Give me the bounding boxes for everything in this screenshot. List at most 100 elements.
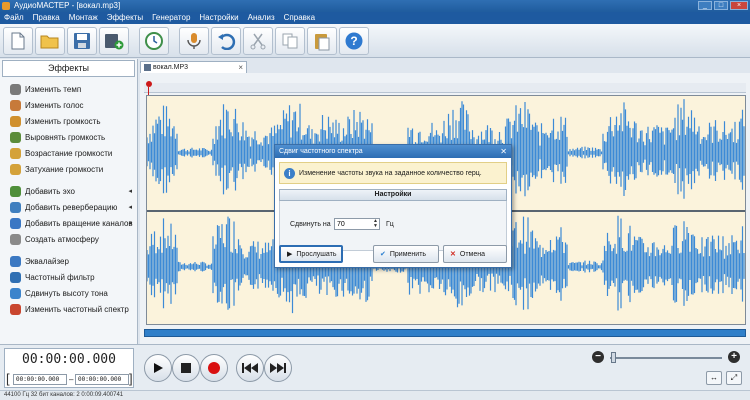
add-audio-icon — [105, 33, 124, 49]
zoom-control: − + — [592, 351, 742, 367]
effect-icon — [10, 115, 21, 127]
effect-label: Частотный фильтр — [25, 272, 95, 282]
window-title: АудиоМАСТЕР - [вокал.mp3] — [14, 1, 121, 10]
effect-label: Добавить эхо — [25, 186, 75, 196]
menu-help[interactable]: Справка — [284, 12, 315, 24]
effect-label: Сдвинуть высоту тона — [25, 288, 108, 298]
zoom-in-button[interactable]: + — [728, 351, 740, 363]
fit-all-icon[interactable]: ⤢ — [726, 371, 742, 385]
history-button[interactable] — [139, 26, 169, 55]
timeline-ruler[interactable] — [144, 81, 746, 101]
fit-buttons: ↔ ⤢ — [706, 371, 742, 385]
close-window-button[interactable]: × — [730, 1, 748, 10]
cut-button[interactable] — [243, 26, 273, 55]
effects-header: Эффекты — [2, 60, 135, 77]
file-icon — [144, 64, 151, 71]
apply-button[interactable]: ✔ Применить — [373, 245, 439, 263]
menu-montage[interactable]: Монтаж — [69, 12, 98, 24]
time-display: 00:00:00.000 [ – ] — [4, 348, 134, 388]
effect-label: Создать атмосферу — [25, 234, 99, 244]
effect-item[interactable]: Изменить частотный спектр — [10, 302, 136, 316]
stop-button[interactable] — [172, 354, 200, 382]
play-icon — [154, 363, 163, 373]
add-audio-button[interactable] — [99, 26, 129, 55]
new-file-icon — [11, 32, 25, 49]
record-button[interactable] — [200, 354, 228, 382]
window-controls: _ □ × — [698, 1, 748, 11]
effect-item[interactable]: Изменить голос — [10, 98, 136, 112]
horizontal-scrollbar[interactable] — [144, 329, 746, 337]
effect-label: Изменить частотный спектр — [25, 304, 129, 314]
menu-settings[interactable]: Настройки — [199, 12, 238, 24]
record-voice-button[interactable] — [179, 26, 209, 55]
minimize-button[interactable]: _ — [698, 1, 712, 10]
skip-back-button[interactable] — [236, 354, 264, 382]
open-folder-icon — [40, 35, 59, 48]
effect-item[interactable]: Затухание громкости — [10, 162, 136, 176]
cancel-label: Отмена — [459, 250, 485, 258]
submenu-arrow-icon: ◂ — [128, 204, 132, 211]
menu-generator[interactable]: Генератор — [152, 12, 190, 24]
effect-item[interactable]: Частотный фильтр — [10, 270, 136, 284]
effect-icon — [10, 185, 21, 197]
info-icon: i — [284, 167, 295, 179]
effect-icon — [10, 201, 21, 213]
effect-label: Выровнять громкость — [25, 132, 106, 142]
status-bar: 44100 Гц 32 бит каналов: 2 0:00:09.40074… — [0, 390, 750, 400]
frequency-shift-dialog: Сдвиг частотного спектра ✕ i Изменение ч… — [274, 144, 512, 268]
cancel-button[interactable]: ✕ Отмена — [443, 245, 507, 263]
effect-icon — [10, 83, 21, 95]
app-icon — [2, 2, 10, 10]
play-button[interactable] — [144, 354, 172, 382]
menu-file[interactable]: Файл — [4, 12, 24, 24]
save-icon — [74, 32, 90, 49]
open-button[interactable] — [35, 26, 65, 55]
menu-edit[interactable]: Правка — [33, 12, 60, 24]
effect-item[interactable]: Добавить вращение каналов ◂ — [10, 216, 136, 230]
copy-button[interactable] — [275, 26, 305, 55]
menu-bar: Файл Правка Монтаж Эффекты Генератор Нас… — [0, 12, 750, 24]
zoom-out-button[interactable]: − — [592, 351, 604, 363]
effect-icon — [10, 217, 21, 229]
undo-button[interactable] — [211, 26, 241, 55]
dialog-buttons: ▶ Прослушать ✔ Применить ✕ Отмена — [279, 245, 507, 263]
paste-button[interactable] — [307, 26, 337, 55]
effect-item[interactable]: Добавить реверберацию ◂ — [10, 200, 136, 214]
effect-item[interactable]: Создать атмосферу — [10, 232, 136, 246]
effect-label: Затухание громкости — [25, 164, 104, 174]
save-button[interactable] — [67, 26, 97, 55]
effect-item[interactable]: Добавить эхо ◂ — [10, 184, 136, 198]
dialog-title: Сдвиг частотного спектра — [279, 148, 363, 155]
paste-icon — [315, 33, 330, 50]
listen-button[interactable]: ▶ Прослушать — [279, 245, 343, 263]
effect-item[interactable]: Сдвинуть высоту тона — [10, 286, 136, 300]
zoom-slider-thumb[interactable] — [611, 352, 617, 363]
tab-close-button[interactable]: × — [238, 62, 243, 73]
effect-item[interactable]: Изменить темп — [10, 82, 136, 96]
effect-item[interactable]: Выровнять громкость — [10, 130, 136, 144]
menu-effects[interactable]: Эффекты — [107, 12, 143, 24]
effect-item[interactable]: Эквалайзер — [10, 254, 136, 268]
new-file-button[interactable] — [3, 26, 33, 55]
stop-icon — [181, 363, 191, 373]
playhead-marker[interactable] — [146, 81, 152, 87]
zoom-slider-track[interactable] — [610, 357, 722, 359]
effect-item[interactable]: Возрастание громкости — [10, 146, 136, 160]
skip-back-icon — [242, 363, 258, 373]
skip-forward-button[interactable] — [264, 354, 292, 382]
dialog-close-button[interactable]: ✕ — [500, 145, 507, 158]
dialog-info-box: i Изменение частоты звука на заданное ко… — [279, 162, 507, 184]
maximize-button[interactable]: □ — [714, 1, 728, 10]
range-end-input[interactable] — [75, 374, 129, 385]
menu-analysis[interactable]: Анализ — [248, 12, 275, 24]
submenu-arrow-icon: ◂ — [128, 188, 132, 195]
effect-item[interactable]: Изменить громкость — [10, 114, 136, 128]
undo-history-icon — [145, 31, 163, 50]
tab-bar: вокал.MP3 × — [140, 59, 750, 73]
fit-width-icon[interactable]: ↔ — [706, 371, 722, 385]
help-button[interactable]: ? — [339, 26, 369, 55]
shift-spinner[interactable]: ▲ ▼ — [372, 219, 379, 229]
tab-vocal-mp3[interactable]: вокал.MP3 × — [140, 61, 247, 73]
check-icon: ✔ — [380, 251, 386, 258]
range-start-input[interactable] — [13, 374, 67, 385]
